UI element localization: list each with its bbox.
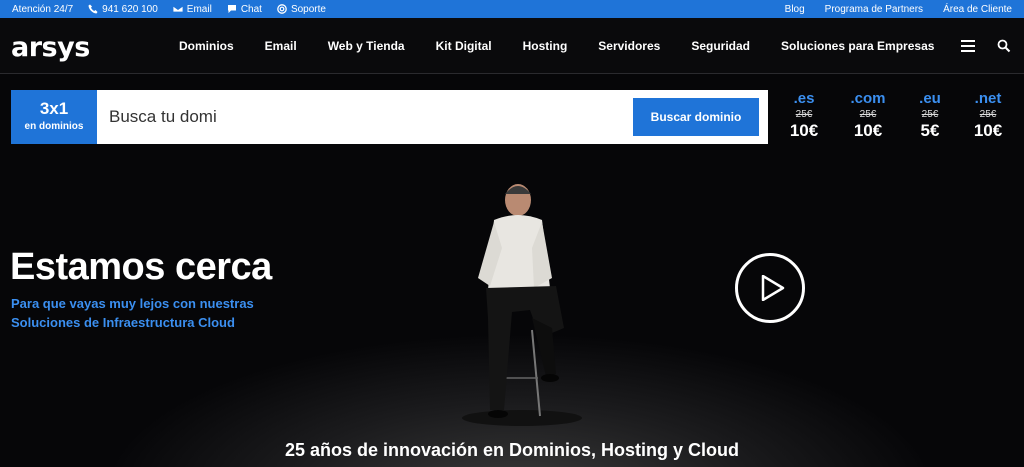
tld-price-es[interactable]: .es 25€ 10€ [774,90,834,141]
soporte-label: Soporte [290,3,326,15]
search-icon[interactable] [997,39,1011,53]
hero-headline: Estamos cerca [10,246,272,288]
phone-number: 941 620 100 [102,3,158,15]
tld-extension: .eu [919,90,941,107]
nav-item-servidores[interactable]: Servidores [598,39,660,53]
partners-link[interactable]: Programa de Partners [825,4,923,15]
nav-menu: Dominios Email Web y Tienda Kit Digital … [179,18,965,74]
nav-item-dominios[interactable]: Dominios [179,39,234,53]
envelope-icon [172,5,183,13]
tld-old-price: 25€ [979,109,997,120]
nav-item-email[interactable]: Email [265,39,297,53]
phone-icon [88,4,98,14]
tld-new-price: 10€ [789,121,819,140]
client-area-link[interactable]: Área de Cliente [943,4,1012,15]
tld-new-price: 5€ [920,121,940,140]
chat-icon [227,5,236,13]
nav-item-kit-digital[interactable]: Kit Digital [436,39,492,53]
nav-item-soluciones-empresas[interactable]: Soluciones para Empresas [781,39,934,53]
hero-tagline: 25 años de innovación en Dominios, Hosti… [284,440,740,460]
blog-link[interactable]: Blog [785,4,805,15]
tld-price-eu[interactable]: .eu 25€ 5€ [900,90,960,141]
arsys-logo[interactable]: arsys [11,32,90,63]
promo-headline: 3x1 [39,99,69,118]
tld-extension: .net [974,90,1002,107]
tld-old-price: 25€ [921,109,939,120]
chat-link[interactable]: Chat [227,4,262,15]
tld-old-price: 25€ [859,109,877,120]
tld-price-com[interactable]: .com 25€ 10€ [838,90,898,141]
hamburger-menu-icon[interactable] [961,40,975,52]
nav-item-hosting[interactable]: Hosting [523,39,568,53]
tld-extension: .com [850,90,886,107]
email-link[interactable]: Email [172,3,212,15]
soporte-link[interactable]: Soporte [277,4,326,15]
nav-item-web-tienda[interactable]: Web y Tienda [328,39,405,53]
promo-badge: 3x1 en dominios [11,90,97,144]
play-video-button[interactable] [735,253,805,323]
promo-subtext: en dominios [24,121,84,132]
tld-price-net[interactable]: .net 25€ 10€ [958,90,1018,141]
main-nav: arsys Dominios Email Web y Tienda Kit Di… [0,18,1024,74]
support-label: Atención 24/7 [12,3,74,15]
lifebuoy-icon [277,4,287,14]
speaker-figure [462,184,582,426]
search-domain-button[interactable]: Buscar dominio [633,98,759,136]
email-label: Email [186,3,212,15]
hero-subtitle: Para que vayas muy lejos con nuestras So… [11,296,254,330]
domain-search-input[interactable] [109,102,609,132]
tld-new-price: 10€ [853,121,883,140]
phone-link[interactable]: 941 620 100 [88,4,158,15]
nav-item-seguridad[interactable]: Seguridad [691,39,750,53]
top-utility-bar: Atención 24/7 941 620 100 Email Chat Sop… [0,0,1024,18]
chat-label: Chat [240,3,262,15]
play-icon [761,275,785,301]
tld-new-price: 10€ [973,121,1003,140]
tld-old-price: 25€ [795,109,813,120]
tld-extension: .es [793,90,815,107]
